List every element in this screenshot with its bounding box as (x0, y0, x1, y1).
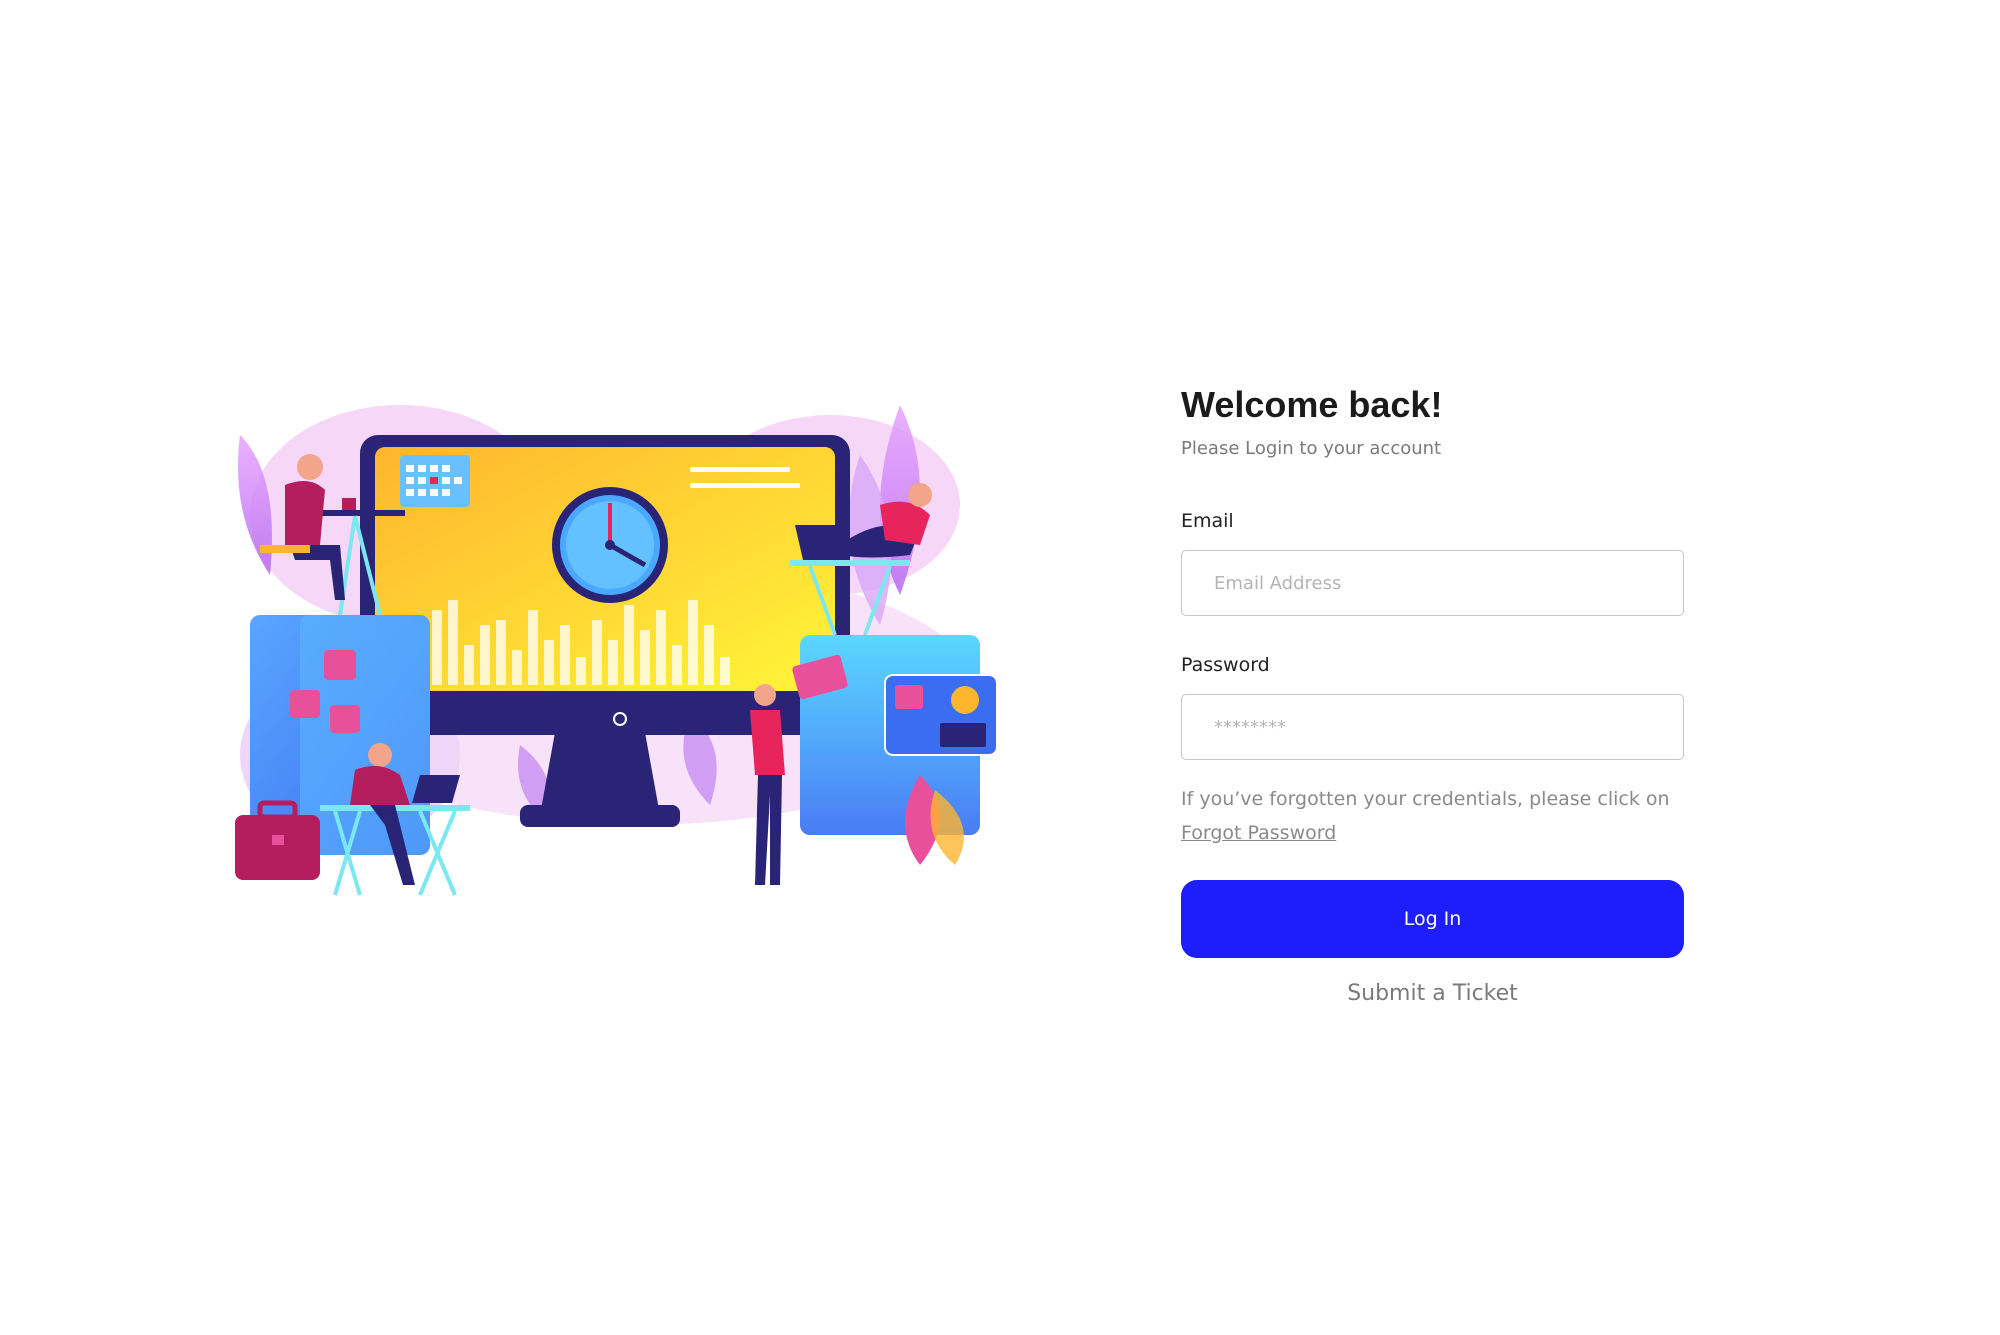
submit-ticket-link[interactable]: Submit a Ticket (1181, 981, 1684, 1006)
login-page: Welcome back! Please Login to your accou… (0, 0, 2000, 1335)
forgot-hint-text: If you’ve forgotten your credentials, pl… (1181, 788, 1670, 810)
page-subtitle: Please Login to your account (1181, 438, 1442, 460)
login-form: Welcome back! Please Login to your accou… (1181, 383, 1684, 1006)
forgot-hint: If you’ve forgotten your credentials, pl… (1181, 782, 1684, 850)
login-button[interactable]: Log In (1181, 880, 1684, 958)
team-productivity-illustration (220, 395, 1020, 905)
page-title: Welcome back! (1181, 384, 1443, 425)
email-label: Email (1181, 510, 1234, 532)
email-field[interactable] (1181, 550, 1684, 616)
password-label: Password (1181, 654, 1270, 676)
forgot-password-link[interactable]: Forgot Password (1181, 822, 1336, 844)
password-field[interactable] (1181, 694, 1684, 760)
